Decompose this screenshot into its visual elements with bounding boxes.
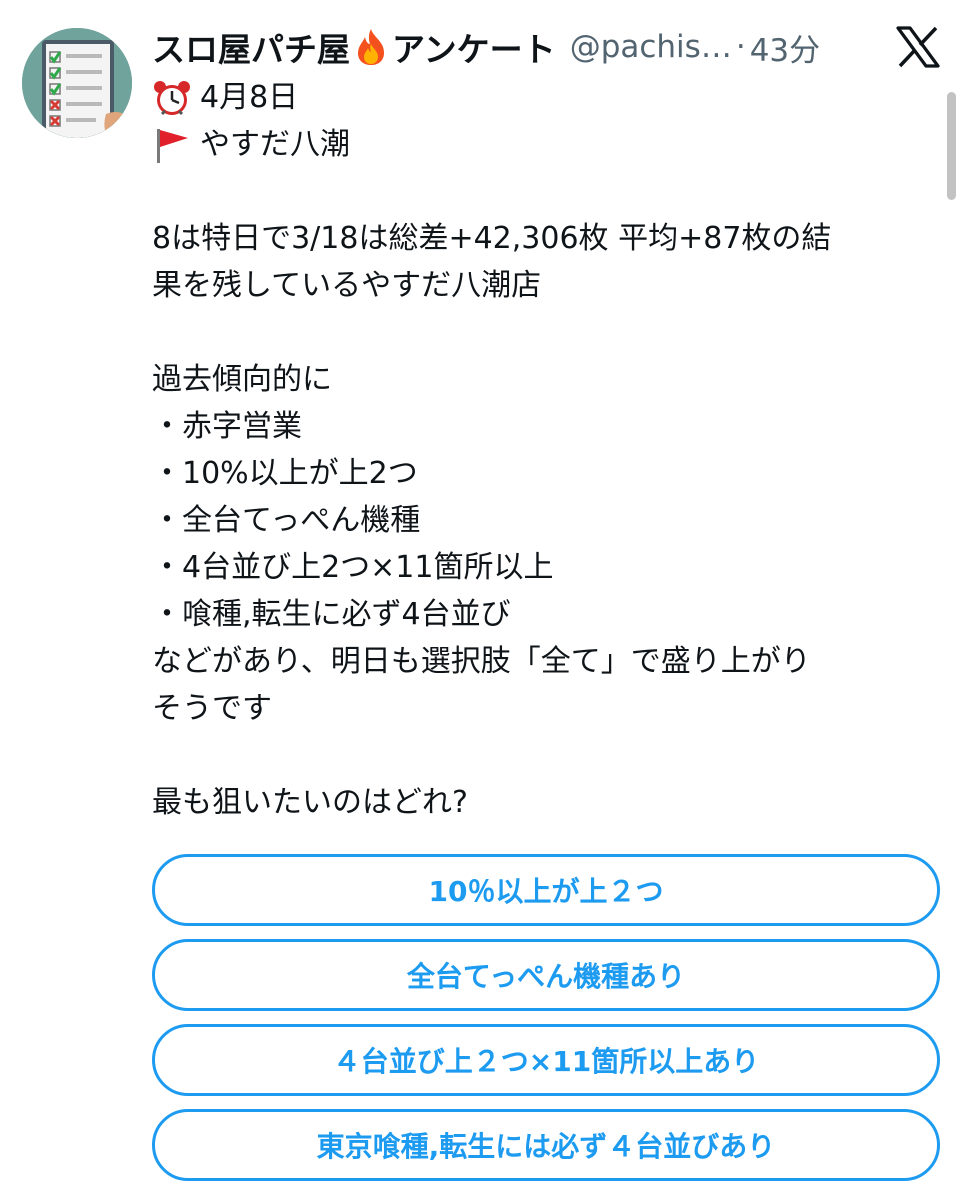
checklist-avatar-icon [22, 28, 132, 138]
poll: 10％以上が上２つ 全台てっぺん機種あり ４台並び上２つ×11箇所以上あり 東京… [152, 854, 940, 1194]
summary-line-2: 果を残しているやすだ八潮店 [152, 268, 542, 303]
date-text: 4月8日 [200, 80, 299, 115]
store-text: やすだ八潮 [200, 127, 350, 162]
scrollbar[interactable] [947, 92, 956, 200]
poll-option-button[interactable]: ４台並び上２つ×11箇所以上あり [152, 1024, 940, 1096]
alarm-clock-icon [154, 80, 190, 115]
display-name[interactable]: スロ屋パチ屋 [152, 23, 350, 71]
avatar[interactable] [22, 28, 132, 138]
poll-option-button[interactable]: 全台てっぺん機種あり [152, 939, 940, 1011]
fire-icon [358, 29, 384, 65]
summary-line-1: 8は特日で3/18は総差+42,306枚 平均+87枚の結 [152, 221, 832, 256]
tweet-body: 4月8日 やすだ八潮 8は特日で3/18は総差+42,306枚 平均+87枚の結… [152, 74, 932, 826]
display-name-suffix[interactable]: アンケート [392, 23, 556, 71]
trend-heading: 過去傾向的に [152, 362, 332, 397]
x-logo-icon[interactable] [896, 26, 940, 68]
user-handle[interactable]: @pachis… [570, 29, 732, 65]
bullet-item: ・全台てっぺん機種 [152, 503, 421, 538]
poll-question: 最も狙いたいのはどれ? [152, 785, 468, 820]
timestamp[interactable]: 43分 [750, 25, 820, 70]
store-line: やすだ八潮 [152, 121, 932, 168]
separator-dot: · [735, 29, 746, 65]
bullet-item: ・喰種,転生に必ず4台並び [152, 597, 511, 632]
bullet-item: ・10%以上が上2つ [152, 456, 418, 491]
bullet-item: ・4台並び上2つ×11箇所以上 [152, 550, 554, 585]
bullet-item: ・赤字営業 [152, 409, 302, 444]
date-line: 4月8日 [152, 74, 932, 121]
closing-line-2: そうです [152, 691, 272, 726]
closing-line-1: などがあり、明日も選択肢「全て」で盛り上がり [152, 644, 811, 679]
red-flag-icon [157, 128, 188, 163]
poll-option-button[interactable]: 10％以上が上２つ [152, 854, 940, 926]
poll-option-button[interactable]: 東京喰種,転生には必ず４台並びあり [152, 1109, 940, 1181]
tweet-header: スロ屋パチ屋 アンケート @pachis… · 43分 [152, 22, 882, 72]
